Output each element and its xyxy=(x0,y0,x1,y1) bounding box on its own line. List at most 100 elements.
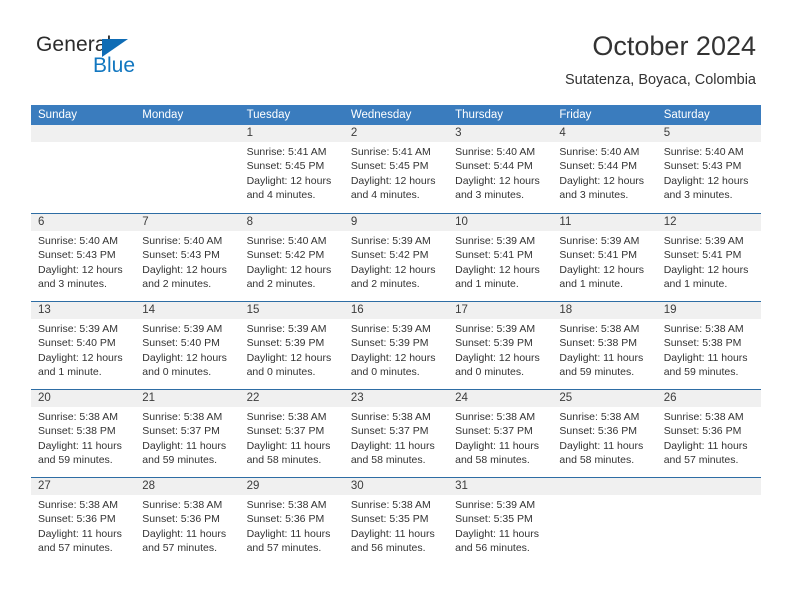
calendar-day-cell[interactable]: 23 Sunrise: 5:38 AM Sunset: 5:37 PM Dayligh… xyxy=(343,390,449,477)
calendar-day-cell[interactable]: 3 Sunrise: 5:40 AM Sunset: 5:44 PM Daylight… xyxy=(448,125,553,213)
day-daylight-text: Daylight: 12 hours xyxy=(246,351,332,364)
calendar-day-cell[interactable]: 29 Sunrise: 5:38 AM Sunset: 5:36 PM Dayligh… xyxy=(239,478,344,565)
day-sunset-text: Sunset: 5:36 PM xyxy=(559,425,638,438)
day-daylight-text: and 0 minutes. xyxy=(455,365,525,378)
calendar-day-cell[interactable]: 6 Sunrise: 5:40 AM Sunset: 5:43 PM Daylight… xyxy=(31,214,136,301)
day-sunset-text: Sunset: 5:41 PM xyxy=(663,249,742,262)
day-sunrise-text: Sunrise: 5:40 AM xyxy=(663,146,744,158)
day-sunset-text: Sunset: 5:41 PM xyxy=(559,249,638,262)
day-number: 3 xyxy=(448,125,553,142)
day-daylight-text: and 58 minutes. xyxy=(350,453,426,466)
calendar-day-cell[interactable]: 18 Sunrise: 5:38 AM Sunset: 5:38 PM Dayligh… xyxy=(552,302,657,389)
calendar-day-cell[interactable]: 24 Sunrise: 5:38 AM Sunset: 5:37 PM Dayligh… xyxy=(448,390,553,477)
day-daylight-text: Daylight: 11 hours xyxy=(663,351,748,364)
day-sunrise-text: Sunrise: 5:38 AM xyxy=(350,411,431,423)
weekday-header-saturday: Saturday xyxy=(663,109,710,121)
day-number: 21 xyxy=(135,390,240,407)
day-daylight-text: Daylight: 12 hours xyxy=(142,351,227,364)
calendar-day-cell-empty xyxy=(135,125,240,213)
calendar-day-cell[interactable]: 10 Sunrise: 5:39 AM Sunset: 5:41 PM Dayligh… xyxy=(448,214,553,301)
day-sunrise-text: Sunrise: 5:39 AM xyxy=(142,323,223,335)
day-daylight-text: Daylight: 12 hours xyxy=(455,174,540,187)
weekday-header-thursday: Thursday xyxy=(455,109,504,121)
day-daylight-text: and 57 minutes. xyxy=(246,541,322,554)
calendar-week-row: 13 Sunrise: 5:39 AM Sunset: 5:40 PM Dayligh… xyxy=(31,301,761,389)
day-sunrise-text: Sunrise: 5:40 AM xyxy=(246,235,327,247)
calendar-day-cell[interactable]: 17 Sunrise: 5:39 AM Sunset: 5:39 PM Dayligh… xyxy=(448,302,553,389)
calendar-week-row: 27 Sunrise: 5:38 AM Sunset: 5:36 PM Dayligh… xyxy=(31,477,761,565)
day-number xyxy=(31,125,136,142)
day-daylight-text: and 2 minutes. xyxy=(350,277,420,290)
day-daylight-text: and 1 minute. xyxy=(663,277,728,290)
calendar-day-cell[interactable]: 7 Sunrise: 5:40 AM Sunset: 5:43 PM Daylight… xyxy=(135,214,240,301)
day-daylight-text: and 0 minutes. xyxy=(350,365,420,378)
day-daylight-text: and 59 minutes. xyxy=(663,365,739,378)
day-number: 26 xyxy=(656,390,761,407)
day-sunset-text: Sunset: 5:40 PM xyxy=(38,337,116,350)
calendar-day-cell[interactable]: 26 Sunrise: 5:38 AM Sunset: 5:36 PM Dayligh… xyxy=(656,390,761,477)
calendar-day-cell[interactable]: 30 Sunrise: 5:38 AM Sunset: 5:35 PM Dayligh… xyxy=(343,478,449,565)
day-sunrise-text: Sunrise: 5:40 AM xyxy=(559,146,640,158)
calendar-day-cell[interactable]: 25 Sunrise: 5:38 AM Sunset: 5:36 PM Dayligh… xyxy=(552,390,657,477)
day-daylight-text: Daylight: 11 hours xyxy=(142,439,227,452)
calendar-day-cell[interactable]: 16 Sunrise: 5:39 AM Sunset: 5:39 PM Dayligh… xyxy=(343,302,449,389)
day-sunrise-text: Sunrise: 5:41 AM xyxy=(246,146,327,158)
day-details: Sunrise: 5:39 AM Sunset: 5:39 PM Daylight:… xyxy=(240,319,344,379)
day-daylight-text: and 1 minute. xyxy=(559,277,624,290)
day-sunset-text: Sunset: 5:37 PM xyxy=(142,425,220,438)
calendar-day-cell[interactable]: 27 Sunrise: 5:38 AM Sunset: 5:36 PM Dayligh… xyxy=(31,478,136,565)
page-subtitle: Sutatenza, Boyaca, Colombia xyxy=(564,72,756,88)
day-daylight-text: and 1 minute. xyxy=(38,365,102,378)
day-daylight-text: and 59 minutes. xyxy=(142,453,217,466)
weekday-header-row: Sunday Monday Tuesday Wednesday Thursday Frid… xyxy=(31,105,761,125)
calendar-day-cell[interactable]: 11 Sunrise: 5:39 AM Sunset: 5:41 PM Dayligh… xyxy=(552,214,657,301)
day-number: 18 xyxy=(552,302,657,319)
day-sunrise-text: Sunrise: 5:38 AM xyxy=(38,499,118,511)
day-sunset-text: Sunset: 5:44 PM xyxy=(455,160,533,173)
day-daylight-text: Daylight: 12 hours xyxy=(350,351,436,364)
calendar-day-cell[interactable]: 9 Sunrise: 5:39 AM Sunset: 5:42 PM Daylight… xyxy=(343,214,449,301)
calendar-day-cell[interactable]: 20 Sunrise: 5:38 AM Sunset: 5:38 PM Dayligh… xyxy=(31,390,136,477)
calendar-day-cell[interactable]: 2 Sunrise: 5:41 AM Sunset: 5:45 PM Daylight… xyxy=(343,125,449,213)
calendar-day-cell[interactable]: 28 Sunrise: 5:38 AM Sunset: 5:36 PM Dayligh… xyxy=(135,478,240,565)
day-number: 23 xyxy=(343,390,449,407)
calendar-day-cell[interactable]: 4 Sunrise: 5:40 AM Sunset: 5:44 PM Daylight… xyxy=(552,125,657,213)
day-sunrise-text: Sunrise: 5:39 AM xyxy=(38,323,118,335)
day-sunrise-text: Sunrise: 5:41 AM xyxy=(350,146,431,158)
calendar-day-cell[interactable]: 15 Sunrise: 5:39 AM Sunset: 5:39 PM Dayligh… xyxy=(239,302,344,389)
calendar-day-cell-empty xyxy=(552,478,657,565)
day-sunset-text: Sunset: 5:36 PM xyxy=(663,425,742,438)
day-sunrise-text: Sunrise: 5:38 AM xyxy=(246,499,327,511)
day-number: 11 xyxy=(552,214,657,231)
day-daylight-text: and 3 minutes. xyxy=(38,277,107,290)
day-daylight-text: and 4 minutes. xyxy=(246,188,316,201)
day-sunrise-text: Sunrise: 5:38 AM xyxy=(246,411,327,423)
day-details: Sunrise: 5:39 AM Sunset: 5:41 PM Daylight:… xyxy=(552,231,656,291)
day-sunrise-text: Sunrise: 5:38 AM xyxy=(663,411,744,423)
calendar-day-cell[interactable]: 31 Sunrise: 5:39 AM Sunset: 5:35 PM Dayligh… xyxy=(448,478,553,565)
day-sunset-text: Sunset: 5:42 PM xyxy=(246,249,325,262)
day-details: Sunrise: 5:39 AM Sunset: 5:40 PM Daylight:… xyxy=(135,319,239,379)
calendar-day-cell[interactable]: 19 Sunrise: 5:38 AM Sunset: 5:38 PM Dayligh… xyxy=(656,302,761,389)
day-daylight-text: Daylight: 12 hours xyxy=(350,263,436,276)
calendar-day-cell[interactable]: 1 Sunrise: 5:41 AM Sunset: 5:45 PM Daylight… xyxy=(239,125,344,213)
day-daylight-text: Daylight: 11 hours xyxy=(142,527,227,540)
day-daylight-text: and 1 minute. xyxy=(455,277,519,290)
day-details: Sunrise: 5:40 AM Sunset: 5:44 PM Daylight:… xyxy=(448,142,552,202)
weekday-header-tuesday: Tuesday xyxy=(246,109,291,121)
day-sunrise-text: Sunrise: 5:39 AM xyxy=(663,235,744,247)
calendar-day-cell[interactable]: 14 Sunrise: 5:39 AM Sunset: 5:40 PM Dayligh… xyxy=(135,302,240,389)
day-number: 19 xyxy=(656,302,761,319)
calendar-day-cell[interactable]: 21 Sunrise: 5:38 AM Sunset: 5:37 PM Dayligh… xyxy=(135,390,240,477)
calendar-day-cell[interactable]: 5 Sunrise: 5:40 AM Sunset: 5:43 PM Daylight… xyxy=(656,125,761,213)
page-title: October 2024 xyxy=(592,31,756,61)
day-details: Sunrise: 5:41 AM Sunset: 5:45 PM Daylight:… xyxy=(240,142,344,202)
day-details: Sunrise: 5:40 AM Sunset: 5:43 PM Daylight:… xyxy=(657,142,761,202)
calendar-day-cell[interactable]: 8 Sunrise: 5:40 AM Sunset: 5:42 PM Daylight… xyxy=(239,214,344,301)
calendar-day-cell[interactable]: 12 Sunrise: 5:39 AM Sunset: 5:41 PM Dayligh… xyxy=(656,214,761,301)
day-details: Sunrise: 5:39 AM Sunset: 5:41 PM Daylight:… xyxy=(448,231,552,291)
day-details: Sunrise: 5:39 AM Sunset: 5:39 PM Daylight:… xyxy=(344,319,448,379)
calendar-day-cell[interactable]: 22 Sunrise: 5:38 AM Sunset: 5:37 PM Dayligh… xyxy=(239,390,344,477)
calendar-day-cell[interactable]: 13 Sunrise: 5:39 AM Sunset: 5:40 PM Dayligh… xyxy=(31,302,136,389)
day-sunset-text: Sunset: 5:37 PM xyxy=(350,425,429,438)
